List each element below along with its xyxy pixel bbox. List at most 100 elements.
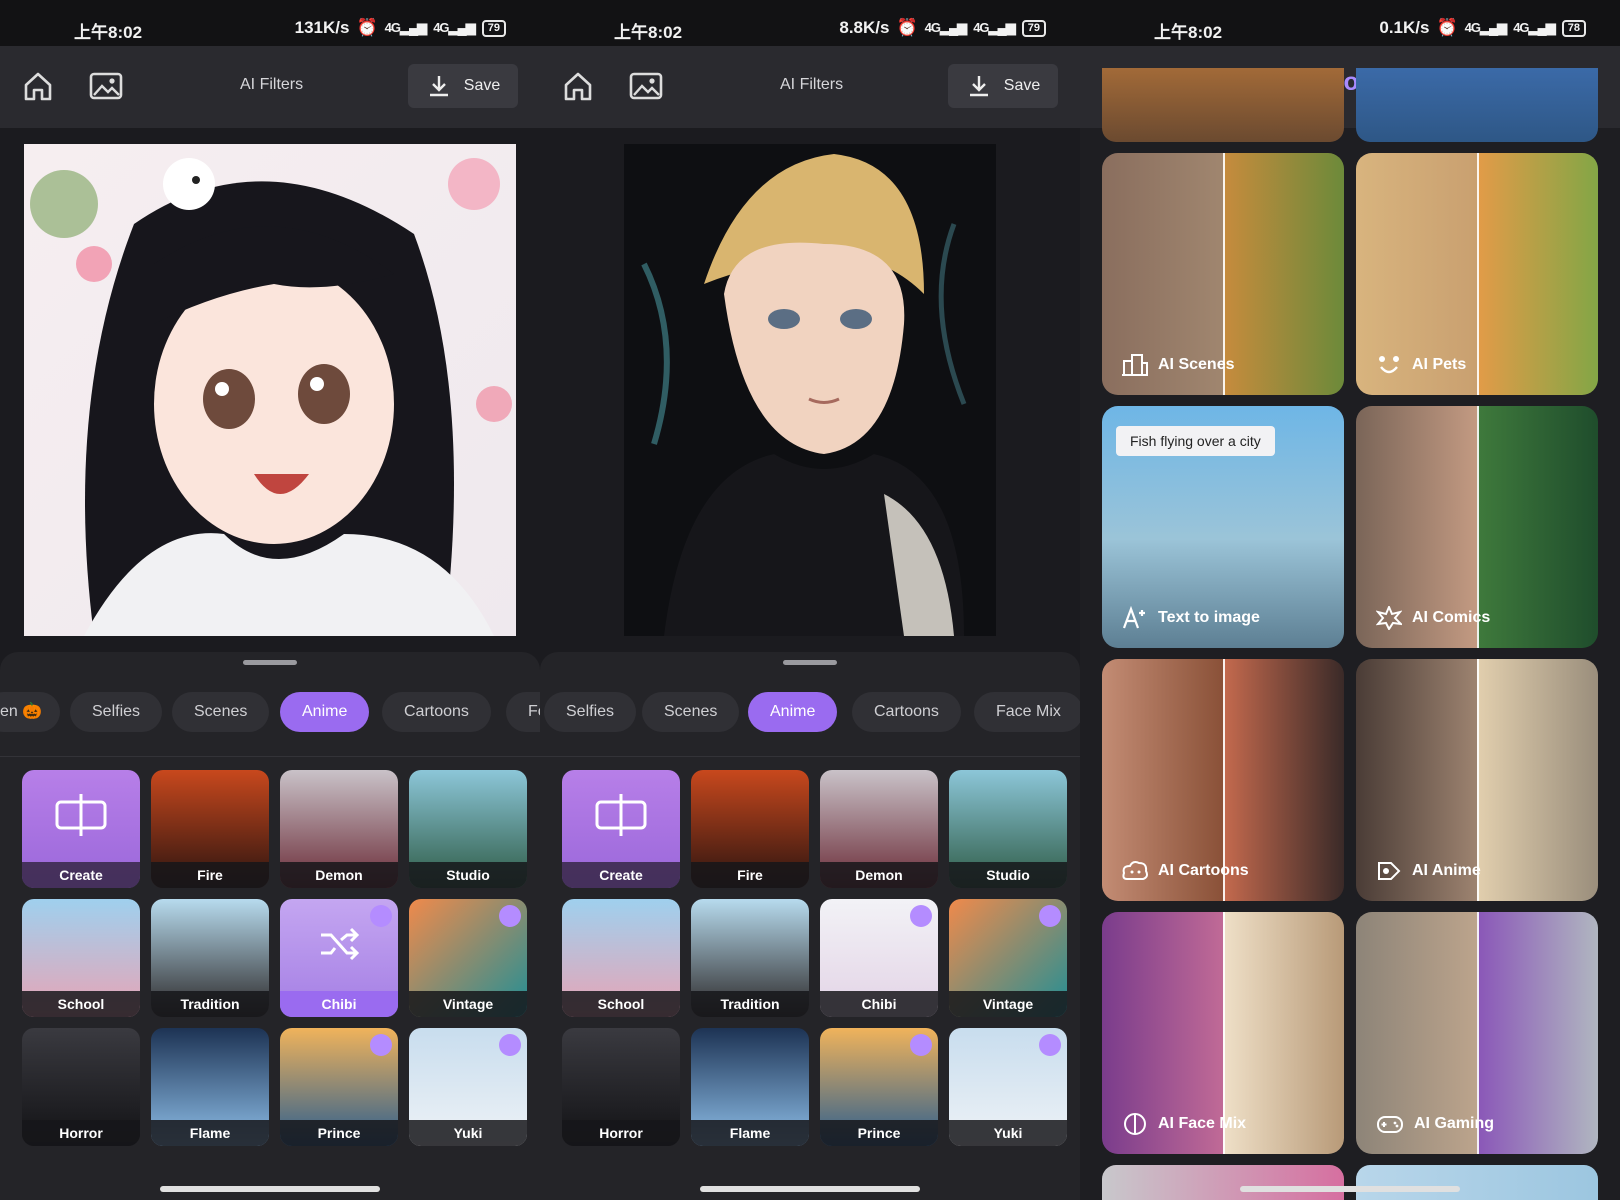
image-canvas <box>0 128 540 743</box>
sheet-handle[interactable] <box>243 660 297 665</box>
card-label: Text to image <box>1122 606 1260 630</box>
feature-card-ai-pets[interactable]: AI Pets <box>1356 153 1598 395</box>
net-speed: 8.8K/s <box>839 18 890 37</box>
signal-icon: 4G▂▄▆ <box>384 20 428 35</box>
filter-tile-studio[interactable]: Studio <box>949 770 1067 888</box>
card-label: AI Face Mix <box>1122 1112 1246 1136</box>
filter-label: Horror <box>562 1120 680 1146</box>
card-label: AI Gaming <box>1376 1112 1494 1136</box>
filter-tile-chibi[interactable]: Chibi <box>820 899 938 1017</box>
filter-sheet: Selfies Scenes Anime Cartoons Face Mix C… <box>540 652 1080 1200</box>
feature-card-ai-anime[interactable]: AI Anime <box>1356 659 1598 901</box>
burst-icon <box>1376 606 1402 630</box>
filter-tile-demon[interactable]: Demon <box>280 770 398 888</box>
gesture-bar[interactable] <box>700 1186 920 1192</box>
tab-anime[interactable]: Anime <box>748 692 838 732</box>
save-button[interactable]: Save <box>408 64 518 108</box>
feature-card-ai-scenes[interactable]: AI Scenes <box>1102 153 1344 395</box>
filter-label: School <box>22 991 140 1017</box>
filter-label: Vintage <box>409 991 527 1017</box>
signal-icon-2: 4G▂▄▆ <box>1513 20 1556 35</box>
filter-tile-vintage[interactable]: Vintage <box>949 899 1067 1017</box>
feature-card-text-to-image[interactable]: Fish flying over a city Text to image <box>1102 406 1344 648</box>
tab-selfies[interactable]: Selfies <box>70 692 163 732</box>
face-mix-icon <box>1124 1113 1146 1135</box>
filter-label: Horror <box>22 1120 140 1146</box>
filter-tile-tradition[interactable]: Tradition <box>691 899 809 1017</box>
filter-tile-yuki[interactable]: Yuki <box>409 1028 527 1146</box>
filter-label: Fire <box>151 862 269 888</box>
home-icon[interactable] <box>18 66 58 106</box>
feature-card-ai-face-mix[interactable]: AI Face Mix <box>1102 912 1344 1154</box>
filter-tile-create[interactable]: Create <box>22 770 140 888</box>
buildings-icon <box>1122 354 1148 376</box>
filter-tile-horror[interactable]: Horror <box>22 1028 140 1146</box>
tab-cartoons[interactable]: Cartoons <box>852 692 961 732</box>
filter-label: Demon <box>820 862 938 888</box>
image-canvas <box>540 128 1080 746</box>
feature-card-partial[interactable] <box>1102 1165 1344 1200</box>
status-bar: 上午8:02 8.8K/s ⏰ 4G▂▄▆ 4G▂▄▆ 79 <box>540 0 1080 46</box>
card-label: AI Cartoons <box>1122 859 1249 883</box>
filter-tile-studio[interactable]: Studio <box>409 770 527 888</box>
premium-crown-icon <box>910 905 932 927</box>
alarm-icon: ⏰ <box>896 18 918 37</box>
feature-card-ai-cartoons[interactable]: AI Cartoons <box>1102 659 1344 901</box>
battery-icon: 79 <box>1021 19 1046 37</box>
card-label: AI Pets <box>1376 353 1466 377</box>
feature-card-partial[interactable] <box>1356 1165 1598 1200</box>
filter-tile-fire[interactable]: Fire <box>691 770 809 888</box>
filter-tile-fire[interactable]: Fire <box>151 770 269 888</box>
status-right: 8.8K/s ⏰ 4G▂▄▆ 4G▂▄▆ 79 <box>839 18 1046 38</box>
tab-face-mix[interactable]: Fc <box>506 692 540 732</box>
download-icon <box>429 76 448 97</box>
anime-icon <box>1378 862 1401 880</box>
tab-selfies[interactable]: Selfies <box>544 692 637 732</box>
home-icon[interactable] <box>558 66 598 106</box>
gallery-icon[interactable] <box>626 66 666 106</box>
status-time: 上午8:02 <box>1154 23 1223 42</box>
feature-card-ai-gaming[interactable]: AI Gaming <box>1356 912 1598 1154</box>
tab-anime[interactable]: Anime <box>280 692 370 732</box>
gesture-bar[interactable] <box>1240 1186 1460 1192</box>
filter-tile-tradition[interactable]: Tradition <box>151 899 269 1017</box>
tab-face-mix[interactable]: Face Mix <box>974 692 1080 732</box>
filter-sheet: en 🎃 Selfies Scenes Anime Cartoons Fc Cr… <box>0 652 540 1200</box>
filter-tile-chibi[interactable]: Chibi <box>280 899 398 1017</box>
signal-icon: 4G▂▄▆ <box>1464 20 1508 35</box>
filter-tile-flame[interactable]: Flame <box>151 1028 269 1146</box>
tab-cartoons[interactable]: Cartoons <box>382 692 491 732</box>
tab-halloween[interactable]: en 🎃 <box>0 692 60 732</box>
tab-scenes[interactable]: Scenes <box>172 692 270 732</box>
sheet-handle[interactable] <box>783 660 837 665</box>
gesture-bar[interactable] <box>160 1186 380 1192</box>
filter-tile-school[interactable]: School <box>562 899 680 1017</box>
feature-card-partial[interactable] <box>1102 68 1344 142</box>
filter-tile-flame[interactable]: Flame <box>691 1028 809 1146</box>
net-speed: 0.1K/s <box>1379 18 1430 37</box>
gallery-icon[interactable] <box>86 66 126 106</box>
feature-card-ai-comics[interactable]: AI Comics <box>1356 406 1598 648</box>
filter-label: Tradition <box>151 991 269 1017</box>
feature-card-partial[interactable] <box>1356 68 1598 142</box>
compare-icon <box>595 794 647 836</box>
status-right: 131K/s ⏰ 4G▂▄▆ 4G▂▄▆ 79 <box>295 18 506 38</box>
compare-icon <box>55 794 107 836</box>
card-label: AI Anime <box>1376 859 1481 883</box>
filter-tile-demon[interactable]: Demon <box>820 770 938 888</box>
screen-anime-editor-girl: 上午8:02 131K/s ⏰ 4G▂▄▆ 4G▂▄▆ 79 AI Filter… <box>0 0 540 1200</box>
alarm-icon: ⏰ <box>356 18 378 37</box>
filter-label: Create <box>22 862 140 888</box>
filter-tile-create[interactable]: Create <box>562 770 680 888</box>
tab-scenes[interactable]: Scenes <box>642 692 740 732</box>
filter-tile-prince[interactable]: Prince <box>820 1028 938 1146</box>
filter-tile-vintage[interactable]: Vintage <box>409 899 527 1017</box>
battery-icon: 79 <box>481 19 506 37</box>
filter-tile-horror[interactable]: Horror <box>562 1028 680 1146</box>
save-button[interactable]: Save <box>948 64 1058 108</box>
premium-crown-icon <box>910 1034 932 1056</box>
filter-tile-prince[interactable]: Prince <box>280 1028 398 1146</box>
filter-label: Yuki <box>409 1120 527 1146</box>
filter-tile-school[interactable]: School <box>22 899 140 1017</box>
filter-tile-yuki[interactable]: Yuki <box>949 1028 1067 1146</box>
